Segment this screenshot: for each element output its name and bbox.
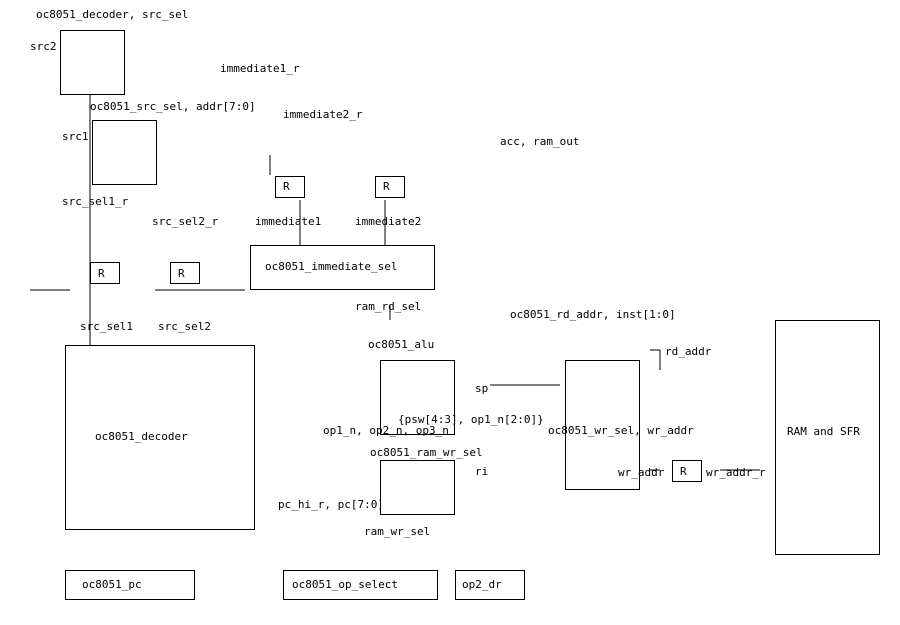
src-sel2r-label: src_sel2_r — [152, 215, 218, 228]
oc8051-pc-label: oc8051_pc — [82, 578, 142, 591]
r-src-sel2-label: R — [178, 267, 185, 280]
src2-box — [60, 30, 125, 95]
r-src-sel1-box — [90, 262, 120, 284]
oc8051-wr-sel-label: oc8051_wr_sel, wr_addr — [548, 424, 694, 437]
src1-label: src1 — [62, 130, 89, 143]
src-sel2-label: src_sel2 — [158, 320, 211, 333]
wr-addr-r-label: wr_addr_r — [706, 466, 766, 479]
src-sel-area-label: oc8051_src_sel, addr[7:0] — [90, 100, 256, 113]
src-sel1r-label: src_sel1_r — [62, 195, 128, 208]
wr-addr-label: wr_addr — [618, 466, 664, 479]
acc-ram-out-label: acc, ram_out — [500, 135, 579, 148]
r-wr-addr-box — [672, 460, 702, 482]
ri-label: ri — [475, 465, 488, 478]
op2-dr-label: op2_dr — [462, 578, 502, 591]
ram-wr-sel-label: ram_wr_sel — [364, 525, 430, 538]
oc8051-alu-label: oc8051_alu — [368, 338, 434, 351]
diagram: oc8051_decoder, src_sel src2 immediate1_… — [0, 0, 900, 625]
psw-label: {psw[4:3], op1_n[2:0]} — [398, 413, 544, 426]
pc-hi-r-label: pc_hi_r, pc[7:0] — [278, 498, 384, 511]
r-immediate1-box — [275, 176, 305, 198]
r-src-sel2-box — [170, 262, 200, 284]
oc8051-op-select-label: oc8051_op_select — [292, 578, 398, 591]
src-sel1-label: src_sel1 — [80, 320, 133, 333]
r-wr-addr-label: R — [680, 465, 687, 478]
oc8051-rd-addr-label: oc8051_rd_addr, inst[1:0] — [510, 308, 676, 321]
src1-box — [92, 120, 157, 185]
r-immediate2-label: R — [383, 180, 390, 193]
alu-sub-box — [380, 460, 455, 515]
sp-label: sp — [475, 382, 488, 395]
rd-addr-label: rd_addr — [665, 345, 711, 358]
immediate2-label: immediate2 — [355, 215, 421, 228]
ram-rd-sel-label: ram_rd_sel — [355, 300, 421, 313]
immediate1r-label: immediate1_r — [220, 62, 299, 75]
r-immediate2-box — [375, 176, 405, 198]
top-decoder-label: oc8051_decoder, src_sel — [36, 8, 188, 21]
r-immediate1-label: R — [283, 180, 290, 193]
connection-lines — [0, 0, 900, 625]
oc8051-ram-wr-sel-label: oc8051_ram_wr_sel — [370, 446, 483, 459]
oc8051-decoder-label: oc8051_decoder — [95, 430, 188, 443]
immediate2r-label: immediate2_r — [283, 108, 362, 121]
immediate1-label: immediate1 — [255, 215, 321, 228]
src2-label: src2 — [30, 40, 57, 53]
r-src-sel1-label: R — [98, 267, 105, 280]
oc8051-immediate-sel-label: oc8051_immediate_sel — [265, 260, 397, 273]
ram-sfr-label: RAM and SFR — [787, 425, 860, 438]
